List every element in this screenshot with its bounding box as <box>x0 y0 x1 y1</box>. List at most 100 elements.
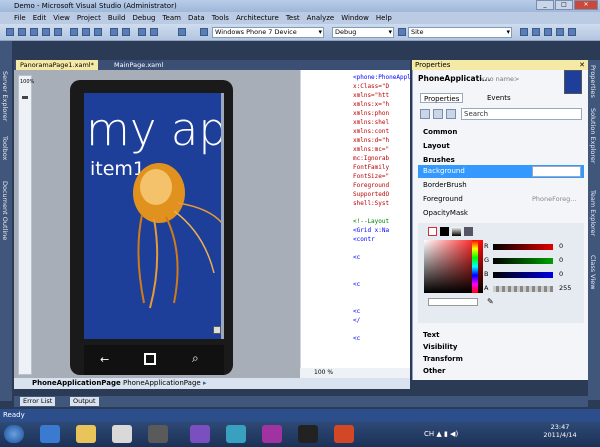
resource-brush-icon[interactable] <box>464 227 473 236</box>
menu-window[interactable]: Window <box>341 12 369 24</box>
breadcrumb-arrow-icon[interactable]: ▸ <box>203 379 207 387</box>
configuration-select[interactable]: Debug <box>332 27 394 38</box>
category-transform[interactable]: Transform <box>423 355 463 363</box>
solid-brush-icon[interactable] <box>440 227 449 236</box>
blue-slider[interactable] <box>493 272 553 278</box>
search-icon[interactable]: ⌕ <box>192 351 199 366</box>
code-line[interactable]: shell:Syst <box>353 200 389 207</box>
categorize-icon[interactable] <box>420 109 430 119</box>
visual-studio-icon[interactable] <box>190 425 210 443</box>
menu-edit[interactable]: Edit <box>33 12 47 24</box>
phone-screen[interactable]: my ap item1 <box>84 93 224 339</box>
app-icon[interactable] <box>226 425 246 443</box>
menu-project[interactable]: Project <box>77 12 101 24</box>
media-icon[interactable] <box>148 425 168 443</box>
powerpoint-icon[interactable] <box>334 425 354 443</box>
menu-architecture[interactable]: Architecture <box>236 12 279 24</box>
zoom-slider[interactable]: 100% <box>18 75 34 375</box>
maximize-button[interactable]: □ <box>555 0 573 10</box>
code-line[interactable]: </ <box>353 317 360 324</box>
green-slider[interactable] <box>493 258 553 264</box>
breadcrumb-item[interactable]: PhoneApplicationPage <box>32 379 121 387</box>
blue-value[interactable]: 0 <box>559 270 563 278</box>
code-line[interactable]: Foreground <box>353 182 389 189</box>
category-common[interactable]: Common <box>423 128 457 136</box>
toolbox-icon[interactable] <box>556 28 564 36</box>
code-line[interactable]: xmlns:mc=" <box>353 146 389 153</box>
copy-icon[interactable] <box>82 28 90 36</box>
category-other[interactable]: Other <box>423 367 445 375</box>
property-row-borderbrush[interactable]: BorderBrush <box>418 179 584 192</box>
category-visibility[interactable]: Visibility <box>423 343 457 351</box>
start-page-icon[interactable] <box>568 28 576 36</box>
class-view-side-tab[interactable]: Class View <box>589 255 597 290</box>
code-line[interactable]: xmlns:cont <box>353 128 389 135</box>
save-icon[interactable] <box>42 28 50 36</box>
element-name-field[interactable]: <no name> <box>480 75 520 83</box>
tab-events[interactable]: Events <box>484 93 514 103</box>
xaml-editor[interactable]: <phone:PhoneAppl x:Class="D xmlns="htt xmln… <box>300 70 410 370</box>
property-value-field[interactable] <box>532 166 581 177</box>
code-line[interactable]: <c <box>353 335 360 342</box>
alpha-value[interactable]: 255 <box>559 284 571 292</box>
code-line[interactable]: <contr <box>353 236 375 243</box>
minimize-button[interactable]: _ <box>536 0 554 10</box>
navigate-forward-icon[interactable] <box>150 28 158 36</box>
code-line[interactable]: FontSize=" <box>353 173 389 180</box>
solution-explorer-side-tab[interactable]: Solution Explorer <box>589 108 597 164</box>
gradient-brush-icon[interactable] <box>452 227 461 236</box>
property-row-foreground[interactable]: Foreground PhoneForeg... <box>418 193 584 206</box>
window-icon[interactable] <box>298 425 318 443</box>
redo-icon[interactable] <box>122 28 130 36</box>
menu-help[interactable]: Help <box>376 12 392 24</box>
menu-view[interactable]: View <box>53 12 70 24</box>
tab-panoramapage1[interactable]: PanoramaPage1.xaml* <box>16 60 98 70</box>
close-icon[interactable]: ✕ <box>579 60 585 70</box>
eyedropper-icon[interactable]: ✎ <box>487 297 494 306</box>
code-line[interactable]: xmlns:d="h <box>353 137 389 144</box>
code-line[interactable]: <c <box>353 308 360 315</box>
sort-alphabetical-icon[interactable] <box>433 109 443 119</box>
ie-icon[interactable] <box>40 425 60 443</box>
category-text[interactable]: Text <box>423 331 439 339</box>
code-line[interactable]: xmlns="htt <box>353 92 389 99</box>
team-explorer-side-tab[interactable]: Team Explorer <box>589 190 597 236</box>
no-brush-icon[interactable] <box>428 227 437 236</box>
notepad-icon[interactable] <box>112 425 132 443</box>
code-line[interactable]: <Grid x:Na <box>353 227 389 234</box>
back-icon[interactable]: ← <box>100 353 109 366</box>
solution-explorer-icon[interactable] <box>520 28 528 36</box>
target-device-select[interactable]: Windows Phone 7 Device <box>212 27 324 38</box>
code-line[interactable]: <!--Layout <box>353 218 389 225</box>
navigate-back-icon[interactable] <box>138 28 146 36</box>
code-line[interactable]: mc:Ignorab <box>353 155 389 162</box>
resize-grip-icon[interactable] <box>213 326 221 334</box>
explorer-icon[interactable] <box>76 425 96 443</box>
tab-properties[interactable]: Properties <box>420 93 464 103</box>
undo-icon[interactable] <box>110 28 118 36</box>
menu-team[interactable]: Team <box>162 12 181 24</box>
new-project-icon[interactable] <box>6 28 14 36</box>
menu-tools[interactable]: Tools <box>212 12 229 24</box>
menu-data[interactable]: Data <box>188 12 205 24</box>
green-value[interactable]: 0 <box>559 256 563 264</box>
clear-icon[interactable] <box>446 109 456 119</box>
menu-test[interactable]: Test <box>286 12 300 24</box>
paste-icon[interactable] <box>94 28 102 36</box>
red-slider[interactable] <box>493 244 553 250</box>
object-browser-icon[interactable] <box>544 28 552 36</box>
windows-icon[interactable] <box>144 353 156 365</box>
clock[interactable]: 23:47 2011/4/14 <box>535 423 585 439</box>
server-explorer-tab[interactable]: Server Explorer <box>1 71 9 121</box>
code-line[interactable]: xmlns:shel <box>353 119 389 126</box>
code-line[interactable]: xmlns:phon <box>353 110 389 117</box>
tray-icons[interactable]: CH ▲ ▮ ◀) <box>424 430 458 438</box>
add-item-icon[interactable] <box>18 28 26 36</box>
editor-zoom-value[interactable]: 100 % <box>314 369 333 376</box>
code-line[interactable]: <c <box>353 254 360 261</box>
onenote-icon[interactable] <box>262 425 282 443</box>
find-icon[interactable] <box>178 28 186 36</box>
code-line[interactable]: xmlns:x="h <box>353 101 389 108</box>
find-combo[interactable]: Site <box>408 27 512 38</box>
category-brushes[interactable]: Brushes <box>423 156 455 164</box>
